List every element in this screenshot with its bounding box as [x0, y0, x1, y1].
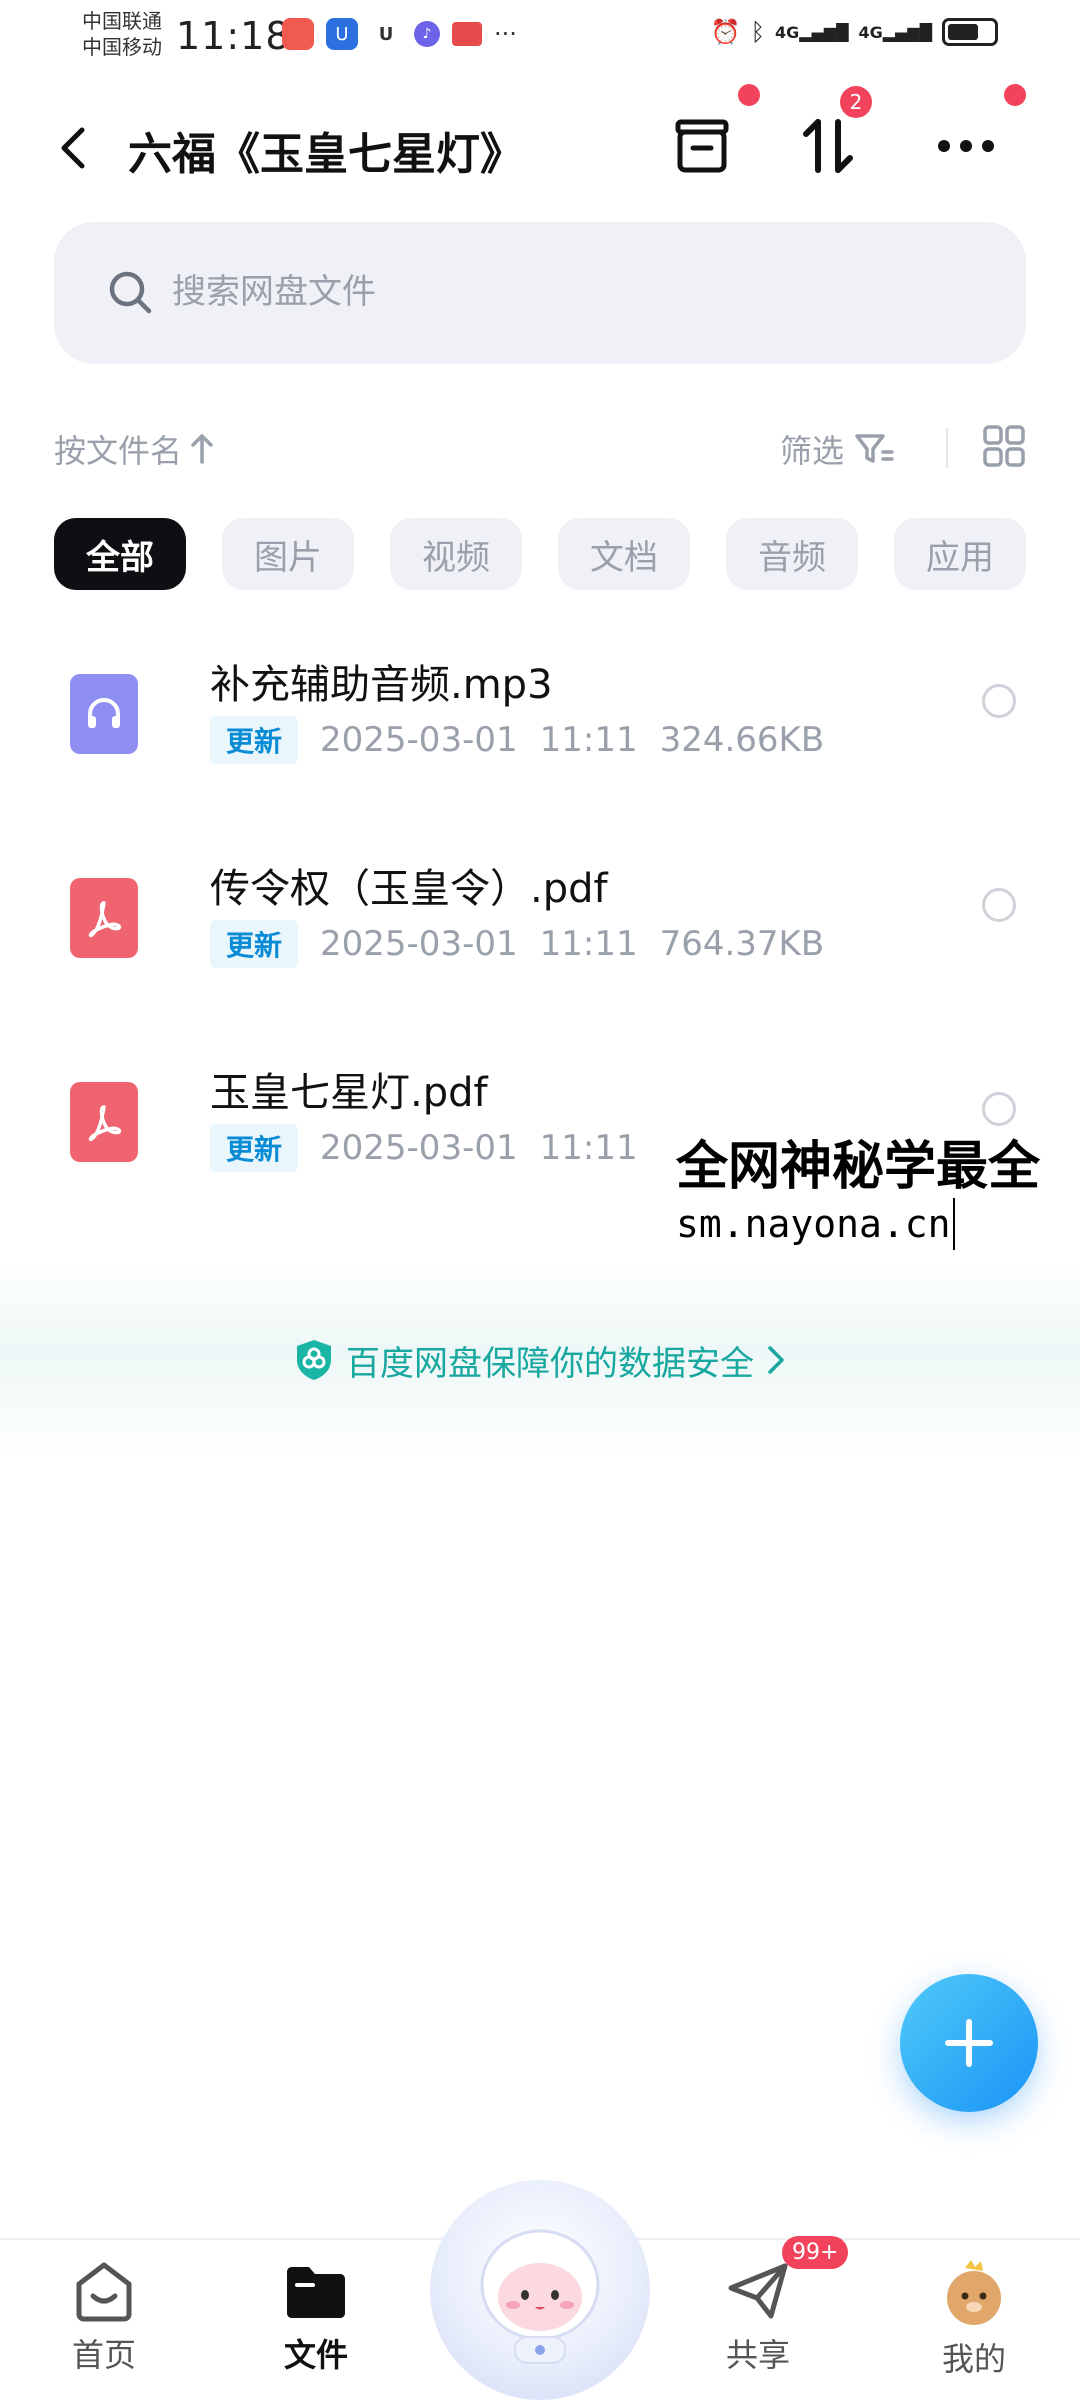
nav-me[interactable]: 我的 — [904, 2258, 1044, 2380]
audio-file-icon — [70, 674, 138, 754]
grid-view-icon — [983, 425, 1025, 467]
file-time: 11:11 — [539, 1128, 638, 1168]
avatar — [947, 2260, 1001, 2325]
filter-icon — [855, 434, 894, 463]
file-meta: 更新 2025-03-01 11:11 324.66KB — [210, 716, 824, 764]
chip-images[interactable]: 图片 — [222, 518, 354, 590]
home-icon — [76, 2262, 132, 2322]
status-bar: 中国联通 中国移动 11:18 U U ♪ ··· ⏰ ᛒ 4G▂▄▆█ 4G▂… — [0, 0, 1080, 70]
more-options-dot — [1004, 84, 1026, 106]
u-app-icon: U — [326, 18, 358, 50]
paper-plane-icon — [728, 2263, 788, 2319]
transfer-arrows-icon — [803, 119, 853, 173]
watermark-line2: sm.nayona.cn — [676, 1198, 955, 1250]
file-row[interactable]: 补充辅助音频.mp3 更新 2025-03-01 11:11 324.66KB — [0, 644, 1080, 784]
file-meta: 更新 2025-03-01 11:11 764.37KB — [210, 920, 824, 968]
status-time: 11:18 — [176, 14, 291, 58]
chip-all[interactable]: 全部 — [54, 518, 186, 590]
top-bar: 六福《玉皇七星灯》 2 — [0, 84, 1080, 192]
sort-by-name-button[interactable]: 按文件名 — [54, 426, 214, 472]
page-title: 六福《玉皇七星灯》 — [128, 129, 524, 180]
filter-button[interactable]: 筛选 — [780, 426, 894, 472]
bluetooth-icon: ᛒ — [750, 18, 766, 46]
search-input[interactable] — [172, 266, 972, 318]
folder-icon — [287, 2267, 345, 2318]
chevron-right-icon — [768, 1346, 784, 1374]
add-button[interactable] — [900, 1974, 1038, 2112]
back-button[interactable] — [50, 120, 96, 176]
updated-tag: 更新 — [210, 1124, 299, 1172]
select-radio[interactable] — [982, 684, 1016, 718]
updated-tag: 更新 — [210, 920, 299, 968]
security-banner[interactable]: 百度网盘保障你的数据安全 — [0, 1260, 1080, 1460]
file-name: 补充辅助音频.mp3 — [210, 662, 553, 708]
more-notifications-icon: ··· — [494, 20, 517, 48]
file-time: 11:11 — [539, 924, 638, 964]
file-time: 11:11 — [539, 720, 638, 760]
nav-me-label: 我的 — [941, 2340, 1006, 2378]
divider — [946, 428, 948, 468]
transfer-button[interactable] — [792, 110, 864, 182]
chip-audio[interactable]: 音频 — [726, 518, 858, 590]
nav-files[interactable]: 文件 — [246, 2258, 386, 2376]
ai-assistant-button[interactable] — [430, 2180, 650, 2400]
file-name: 玉皇七星灯.pdf — [210, 1070, 488, 1116]
file-meta: 更新 2025-03-01 11:11 — [210, 1124, 638, 1172]
more-dots-icon — [938, 140, 994, 152]
transfer-count-badge: 2 — [840, 86, 872, 118]
carrier-1: 中国联通 — [82, 9, 162, 33]
pdf-file-icon — [70, 878, 138, 958]
watermark-line1: 全网神秘学最全 — [676, 1137, 1041, 1197]
alarm-icon: ⏰ — [710, 18, 741, 46]
file-row[interactable]: 传令权（玉皇令）.pdf 更新 2025-03-01 11:11 764.37K… — [0, 848, 1080, 988]
archive-box-icon — [675, 119, 729, 173]
file-name: 传令权（玉皇令）.pdf — [210, 866, 608, 912]
watermark: 全网神秘学最全 sm.nayona.cn — [676, 1132, 1080, 1254]
carrier-info: 中国联通 中国移动 — [82, 8, 162, 60]
system-icons: ⏰ ᛒ 4G▂▄▆█ 4G▂▄▆█ — [711, 18, 998, 46]
nav-files-label: 文件 — [283, 2336, 348, 2374]
category-chips: 全部 图片 视频 文档 音频 应用 — [54, 518, 1026, 590]
recycle-bin-dot — [738, 84, 760, 106]
recycle-bin-button[interactable] — [666, 110, 738, 182]
share-count-badge: 99+ — [782, 2236, 849, 2269]
book-icon — [452, 22, 482, 46]
search-icon — [109, 271, 152, 314]
chip-documents[interactable]: 文档 — [558, 518, 690, 590]
filter-label: 筛选 — [780, 432, 845, 470]
carrier-2: 中国移动 — [82, 35, 162, 59]
file-date: 2025-03-01 — [320, 720, 518, 760]
arrow-up-icon — [191, 434, 213, 464]
file-date: 2025-03-01 — [320, 1128, 518, 1168]
search-bar[interactable] — [54, 222, 1026, 364]
huawei-app-icon — [282, 18, 314, 50]
nav-share[interactable]: 共享 — [688, 2258, 828, 2376]
file-size: 324.66KB — [659, 720, 825, 760]
alarm-u-icon: U — [378, 23, 394, 45]
select-radio[interactable] — [982, 888, 1016, 922]
sort-label: 按文件名 — [54, 432, 183, 470]
nav-home[interactable]: 首页 — [34, 2258, 174, 2376]
signal-2-icon: 4G▂▄▆█ — [858, 22, 932, 42]
notification-icons: U U ♪ ··· — [282, 18, 517, 50]
updated-tag: 更新 — [210, 716, 299, 764]
music-icon: ♪ — [414, 21, 440, 47]
security-text: 百度网盘保障你的数据安全 — [346, 1343, 754, 1384]
nav-share-label: 共享 — [725, 2336, 790, 2374]
shield-icon — [297, 1340, 331, 1380]
file-date: 2025-03-01 — [320, 924, 518, 964]
chip-apps[interactable]: 应用 — [894, 518, 1026, 590]
mascot-icon — [480, 2229, 600, 2364]
select-radio[interactable] — [982, 1092, 1016, 1126]
pdf-file-icon — [70, 1082, 138, 1162]
chevron-left-icon — [61, 127, 85, 169]
chip-videos[interactable]: 视频 — [390, 518, 522, 590]
plus-icon — [945, 2019, 993, 2067]
signal-1-icon: 4G▂▄▆█ — [775, 22, 849, 42]
nav-home-label: 首页 — [71, 2336, 136, 2374]
file-size: 764.37KB — [659, 924, 825, 964]
grid-view-button[interactable] — [982, 424, 1026, 472]
more-options-button[interactable] — [930, 110, 1002, 182]
battery-icon — [942, 18, 998, 46]
